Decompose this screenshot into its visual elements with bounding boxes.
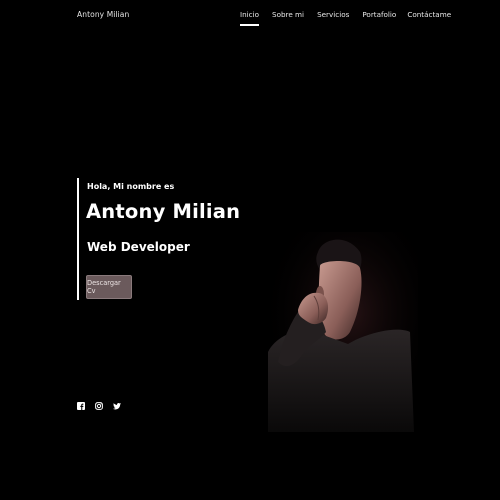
- facebook-icon[interactable]: [77, 402, 85, 410]
- main-nav: Inicio Sobre mi Servicios Portafolio Con…: [240, 10, 451, 26]
- nav-sobre-mi[interactable]: Sobre mi: [272, 10, 304, 19]
- hero-accent-bar: [77, 178, 79, 300]
- nav-contactame[interactable]: Contáctame: [407, 10, 451, 19]
- hero-greeting: Hola, Mi nombre es: [87, 182, 175, 191]
- profile-photo: [268, 232, 418, 432]
- nav-inicio[interactable]: Inicio: [240, 10, 260, 26]
- nav-servicios[interactable]: Servicios: [317, 10, 349, 19]
- nav-portafolio[interactable]: Portafolio: [362, 10, 396, 19]
- twitter-icon[interactable]: [113, 402, 121, 410]
- hero-name: Antony Milian: [86, 200, 241, 223]
- instagram-icon[interactable]: [95, 402, 103, 410]
- hero-role: Web Developer: [87, 240, 190, 254]
- social-links: [77, 402, 121, 410]
- brand-name[interactable]: Antony Milian: [77, 10, 129, 19]
- download-cv-button[interactable]: Descargar Cv: [86, 275, 132, 299]
